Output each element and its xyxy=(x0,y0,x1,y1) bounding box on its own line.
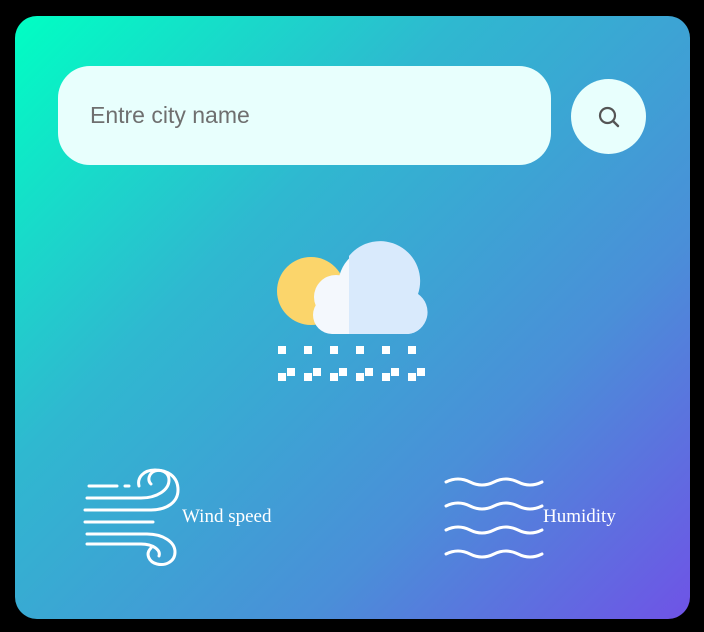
weather-card: Wind speed Humidity xyxy=(15,16,690,619)
search-button[interactable] xyxy=(571,79,646,154)
wind-icon xyxy=(83,468,180,566)
snow-dots-icon xyxy=(278,373,416,381)
search-icon xyxy=(598,106,619,127)
wind-speed-label: Wind speed xyxy=(182,506,272,527)
humidity-label: Humidity xyxy=(543,506,616,527)
humidity-waves-icon xyxy=(444,477,544,559)
city-search-input[interactable] xyxy=(58,66,551,165)
partly-cloudy-snow-icon xyxy=(277,241,428,376)
